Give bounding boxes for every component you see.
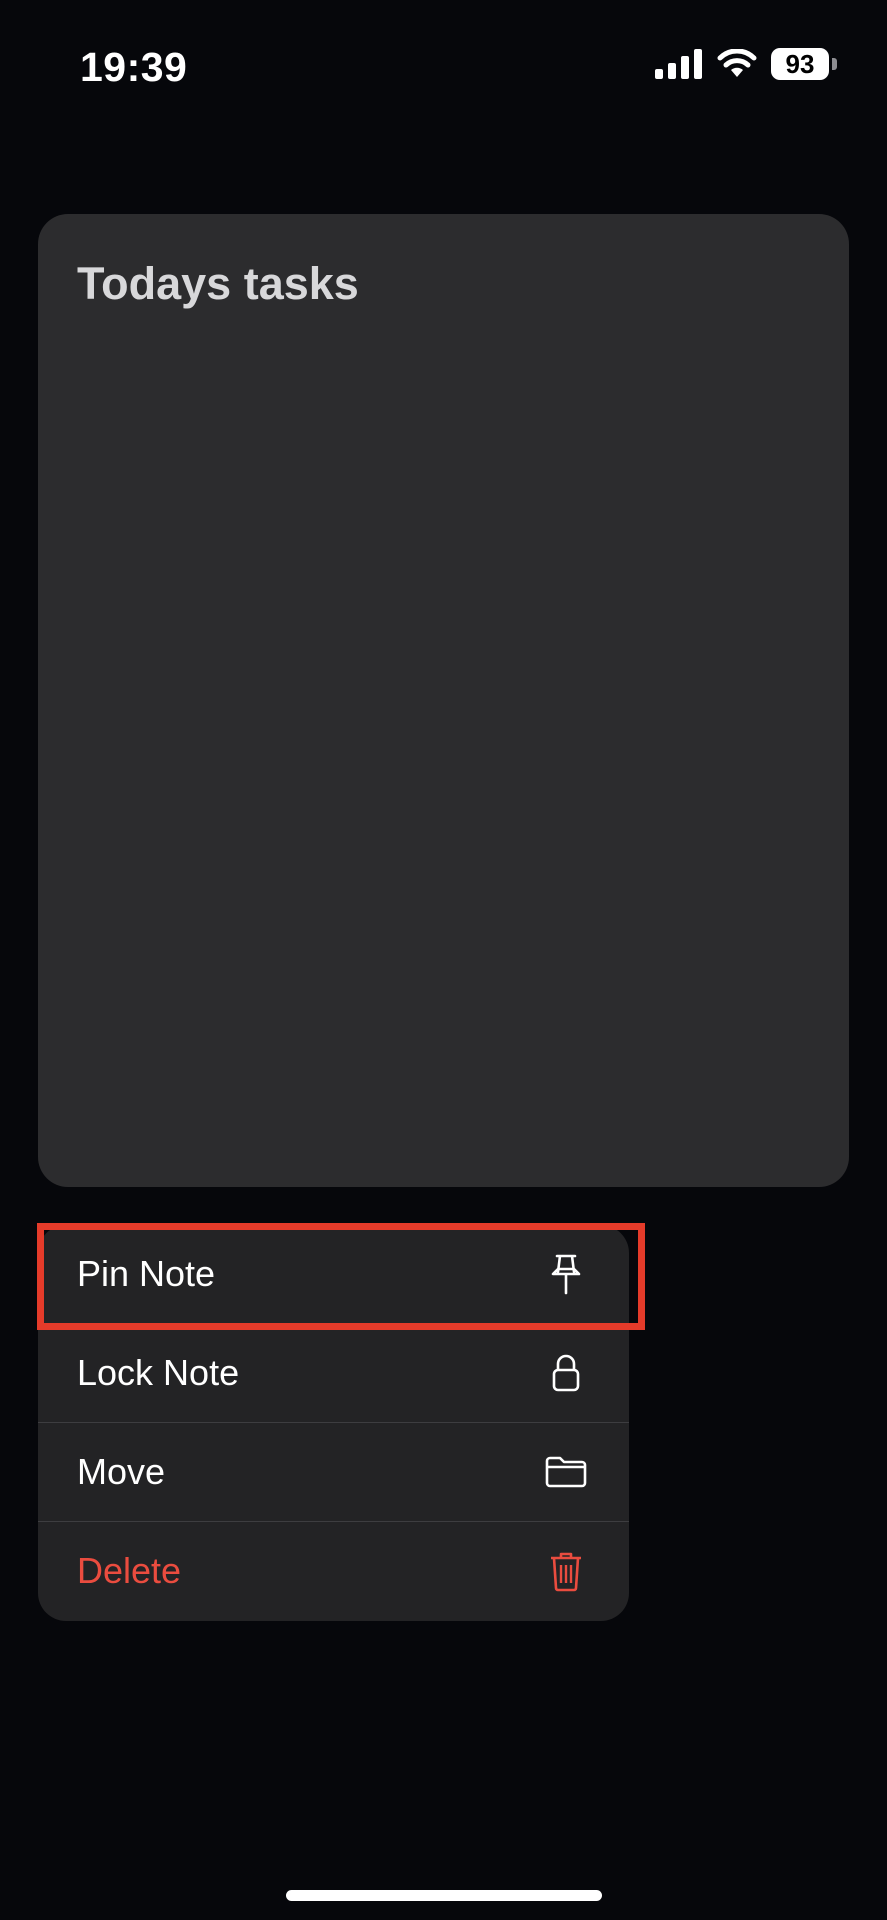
menu-item-label: Lock Note [77, 1352, 240, 1393]
battery-icon: 93 [771, 48, 837, 80]
note-preview-card[interactable]: Todays tasks [38, 214, 849, 1187]
menu-item-label: Delete [77, 1550, 182, 1591]
folder-icon [543, 1449, 589, 1495]
battery-cap [832, 58, 837, 70]
home-indicator[interactable] [286, 1890, 602, 1901]
move-menu-item[interactable]: Move [38, 1423, 629, 1521]
lock-icon [543, 1350, 589, 1396]
wifi-icon [717, 49, 757, 77]
pin-note-menu-item[interactable]: Pin Note [38, 1225, 629, 1323]
trash-icon [543, 1548, 589, 1594]
context-menu: Pin Note Lock Note Move Delete [38, 1225, 629, 1621]
lock-note-menu-item[interactable]: Lock Note [38, 1324, 629, 1422]
pin-icon [543, 1251, 589, 1297]
note-title: Todays tasks [77, 258, 359, 309]
status-bar: 19:39 93 [0, 0, 887, 140]
battery-level: 93 [771, 48, 829, 80]
delete-menu-item[interactable]: Delete [38, 1522, 629, 1620]
menu-item-label: Move [77, 1451, 166, 1492]
menu-item-label: Pin Note [77, 1253, 216, 1294]
status-time: 19:39 [80, 44, 188, 90]
signal-icon [655, 49, 702, 79]
status-icons: 93 [655, 48, 837, 80]
